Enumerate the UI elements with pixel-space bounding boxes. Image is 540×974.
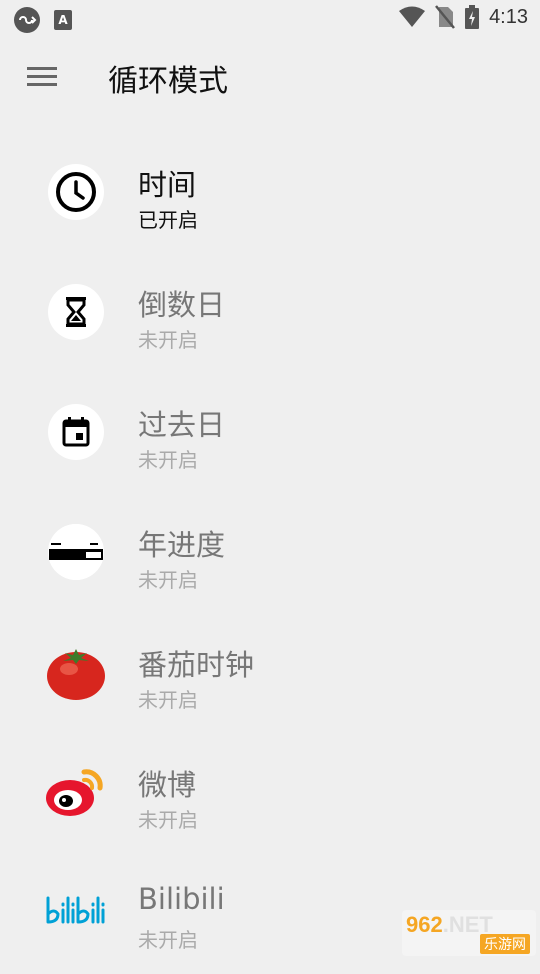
mode-title: 时间: [138, 168, 197, 202]
bilibili-icon: [44, 892, 108, 932]
mode-item-weibo[interactable]: 微博 未开启: [0, 734, 540, 854]
clock-icon: [48, 164, 104, 220]
wifi-icon: [399, 6, 426, 27]
status-bar-left: A: [14, 7, 72, 33]
mode-status: 未开启: [138, 328, 198, 352]
status-time: 4:13: [489, 5, 528, 28]
cloud-link-icon: [14, 7, 40, 33]
mode-item-time[interactable]: 时间 已开启: [0, 134, 540, 254]
hourglass-icon: [48, 284, 104, 340]
mode-item-year-progress[interactable]: 年进度 未开启: [0, 494, 540, 614]
mode-status: 未开启: [138, 928, 198, 952]
status-bar-right: 4:13: [399, 5, 528, 29]
mode-item-pomodoro[interactable]: 番茄时钟 未开启: [0, 614, 540, 734]
mode-title: 微博: [138, 768, 197, 802]
page-title: 循环模式: [108, 64, 228, 99]
watermark-logo: 962.NET 乐游网: [402, 910, 536, 956]
tomato-icon: [45, 641, 107, 703]
progress-bar-icon: [48, 524, 104, 580]
mode-status: 未开启: [138, 688, 198, 712]
mode-status: 未开启: [138, 568, 198, 592]
mode-item-past-days[interactable]: 过去日 未开启: [0, 374, 540, 494]
watermark-subtext: 乐游网: [480, 934, 530, 954]
hamburger-menu-icon[interactable]: [24, 62, 60, 94]
app-bar: 循环模式: [0, 40, 540, 116]
mode-title: 番茄时钟: [138, 648, 255, 682]
mode-title: 过去日: [138, 408, 226, 442]
mode-status: 未开启: [138, 808, 198, 832]
a-text-icon: A: [54, 10, 72, 30]
mode-title: Bilibili: [138, 882, 225, 916]
calendar-icon: [48, 404, 104, 460]
mode-status: 未开启: [138, 448, 198, 472]
weibo-icon: [44, 764, 108, 820]
status-bar: A 4:13: [0, 0, 540, 36]
mode-list: 时间 已开启 倒数日 未开启 过去日 未开启 年进度 未开启 番茄时钟 未开启 …: [0, 134, 540, 974]
battery-charging-icon: [465, 5, 480, 29]
no-sim-icon: [435, 5, 456, 29]
mode-status: 已开启: [138, 208, 198, 232]
mode-item-countdown[interactable]: 倒数日 未开启: [0, 254, 540, 374]
mode-title: 年进度: [138, 528, 226, 562]
mode-title: 倒数日: [138, 288, 226, 322]
